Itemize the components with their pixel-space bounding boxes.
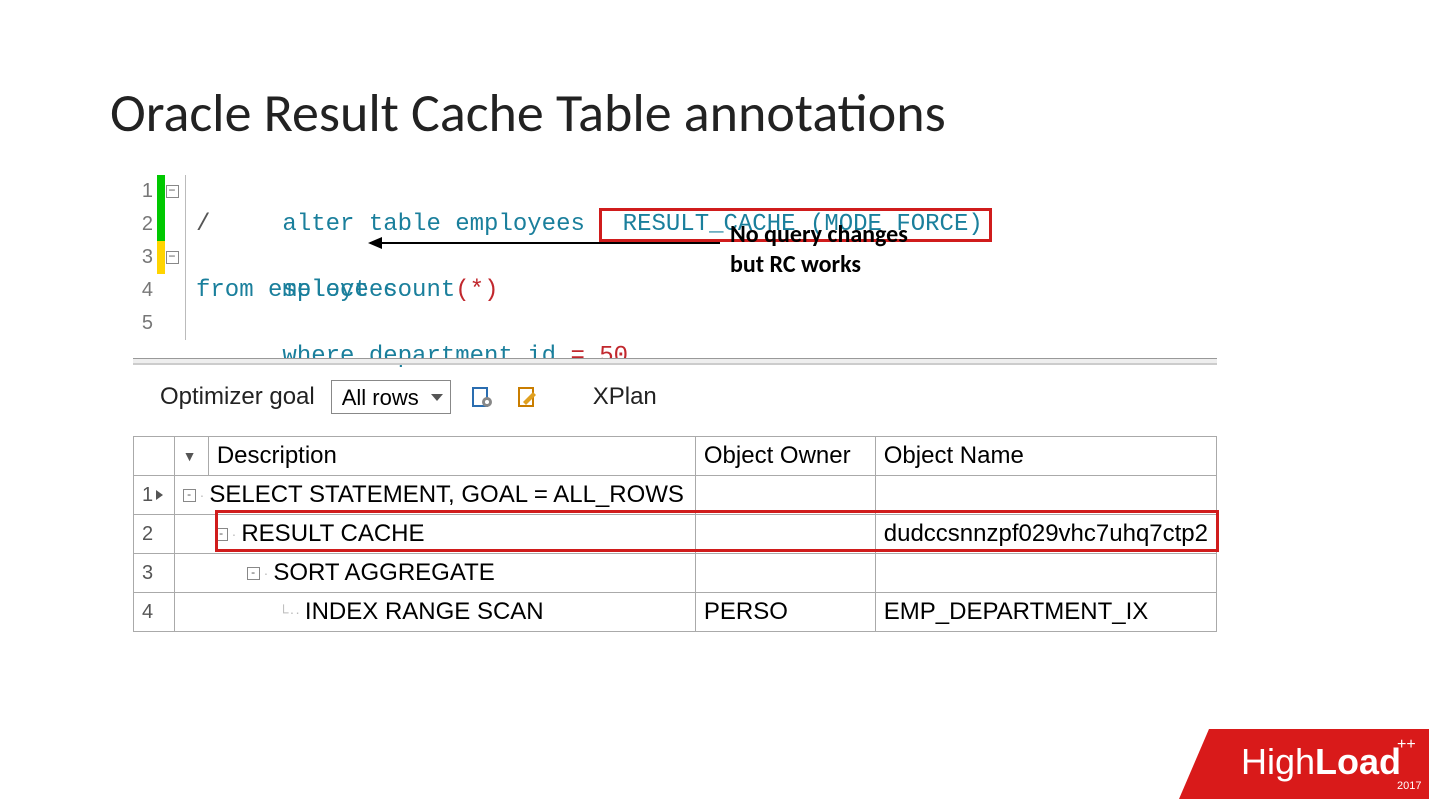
- settings-icon[interactable]: [467, 382, 497, 412]
- table-row[interactable]: 4 └·· INDEX RANGE SCAN PERSO EMP_DEPARTM…: [134, 593, 1217, 632]
- tree-expander-icon[interactable]: -: [247, 567, 260, 580]
- col-name[interactable]: Object Name: [875, 437, 1216, 476]
- row-number: 1: [134, 476, 175, 515]
- name-cell: [875, 554, 1216, 593]
- col-description[interactable]: Description: [208, 437, 695, 476]
- slide-title: Oracle Result Cache Table annotations: [110, 80, 946, 146]
- code-token: *: [470, 277, 484, 304]
- logo-year: 2017: [1397, 780, 1421, 792]
- row-number: 2: [134, 515, 175, 554]
- row-number: 3: [134, 554, 175, 593]
- change-bar-icon: [157, 274, 165, 307]
- corner-cell: [134, 437, 175, 476]
- line-number: 3: [133, 241, 157, 274]
- code-text: alter table employees RESULT_CACHE (MODE…: [192, 175, 992, 208]
- owner-cell: [695, 476, 875, 515]
- edit-icon[interactable]: [513, 382, 543, 412]
- code-text: select count(*): [192, 241, 498, 274]
- fold-gutter: [165, 208, 179, 241]
- optimizer-goal-select[interactable]: All rows: [331, 380, 451, 414]
- logo-plus-icon: ++: [1397, 736, 1416, 753]
- tree-connector-icon: └··: [279, 604, 301, 620]
- owner-cell: PERSO: [695, 593, 875, 632]
- code-text: from employees: [192, 274, 398, 307]
- description-cell: └·· INDEX RANGE SCAN: [174, 593, 695, 632]
- description-cell: - · SORT AGGREGATE: [174, 554, 695, 593]
- fold-gutter[interactable]: −: [165, 175, 179, 208]
- tree-connector-icon: ·: [232, 526, 238, 542]
- current-row-icon: [156, 490, 163, 500]
- tree-connector-icon: ·: [200, 487, 206, 503]
- table-row[interactable]: 3 - · SORT AGGREGATE: [134, 554, 1217, 593]
- logo-text-load: Load: [1315, 741, 1401, 782]
- row-number: 4: [134, 593, 175, 632]
- name-cell: [875, 476, 1216, 515]
- line-number: 1: [133, 175, 157, 208]
- xplan-label[interactable]: XPlan: [593, 383, 657, 411]
- line-number: 2: [133, 208, 157, 241]
- horizontal-divider: [133, 358, 1217, 365]
- annotation-line: No query changes: [730, 220, 908, 250]
- code-text: /: [192, 208, 210, 241]
- change-bar-icon: [157, 208, 165, 241]
- description-cell: - · RESULT CACHE: [174, 515, 695, 554]
- code-text: where department_id = 50: [192, 307, 628, 340]
- sort-arrow-icon[interactable]: ▼: [174, 437, 208, 476]
- line-number: 5: [133, 307, 157, 340]
- name-cell: dudccsnnzpf029vhc7uhq7ctp2: [875, 515, 1216, 554]
- tree-expander-icon[interactable]: -: [215, 528, 228, 541]
- explain-plan-table: ▼ Description Object Owner Object Name 1…: [133, 436, 1217, 632]
- arrow-icon: [370, 242, 720, 244]
- code-token: 50: [599, 343, 628, 370]
- line-number: 4: [133, 274, 157, 307]
- plan-toolbar: Optimizer goal All rows XPlan: [160, 380, 657, 414]
- plan-step-text: RESULT CACHE: [241, 520, 424, 548]
- change-bar-icon: [157, 307, 165, 340]
- guide-line-icon: [185, 274, 192, 307]
- col-owner[interactable]: Object Owner: [695, 437, 875, 476]
- guide-line-icon: [185, 208, 192, 241]
- fold-gutter[interactable]: −: [165, 241, 179, 274]
- change-bar-icon: [157, 175, 165, 208]
- plan-step-text: INDEX RANGE SCAN: [305, 598, 544, 626]
- optimizer-goal-select-wrap[interactable]: All rows: [331, 380, 451, 414]
- code-token: ): [484, 277, 498, 304]
- name-cell: EMP_DEPARTMENT_IX: [875, 593, 1216, 632]
- code-token: =: [570, 343, 584, 370]
- logo-text-high: High: [1241, 741, 1315, 782]
- guide-line-icon: [185, 241, 192, 274]
- code-row: 1 − alter table employees RESULT_CACHE (…: [133, 175, 992, 208]
- guide-line-icon: [185, 307, 192, 340]
- fold-minus-icon[interactable]: −: [166, 251, 179, 264]
- table-header-row: ▼ Description Object Owner Object Name: [134, 437, 1217, 476]
- fold-gutter: [165, 274, 179, 307]
- table-row[interactable]: 2 - · RESULT CACHE dudccsnnzpf029vhc7uhq…: [134, 515, 1217, 554]
- tree-expander-icon[interactable]: -: [183, 489, 196, 502]
- code-row: 5 where department_id = 50: [133, 307, 992, 340]
- annotation-text: No query changes but RC works: [730, 220, 908, 280]
- plan-step-text: SELECT STATEMENT, GOAL = ALL_ROWS: [209, 481, 684, 509]
- code-token: [585, 343, 599, 370]
- description-cell: - · SELECT STATEMENT, GOAL = ALL_ROWS: [174, 476, 695, 515]
- annotation-line: but RC works: [730, 250, 908, 280]
- change-bar-icon: [157, 241, 165, 274]
- code-token: (: [455, 277, 469, 304]
- guide-line-icon: [185, 175, 192, 208]
- fold-gutter: [165, 307, 179, 340]
- plan-step-text: SORT AGGREGATE: [273, 559, 494, 587]
- optimizer-goal-label: Optimizer goal: [160, 383, 315, 411]
- owner-cell: [695, 554, 875, 593]
- highload-logo: High Load ++ 2017: [1149, 719, 1429, 804]
- code-token: alter table employees: [282, 211, 599, 238]
- owner-cell: [695, 515, 875, 554]
- fold-minus-icon[interactable]: −: [166, 185, 179, 198]
- tree-connector-icon: ·: [264, 565, 270, 581]
- code-token: where department_id: [282, 343, 570, 370]
- table-row[interactable]: 1 - · SELECT STATEMENT, GOAL = ALL_ROWS: [134, 476, 1217, 515]
